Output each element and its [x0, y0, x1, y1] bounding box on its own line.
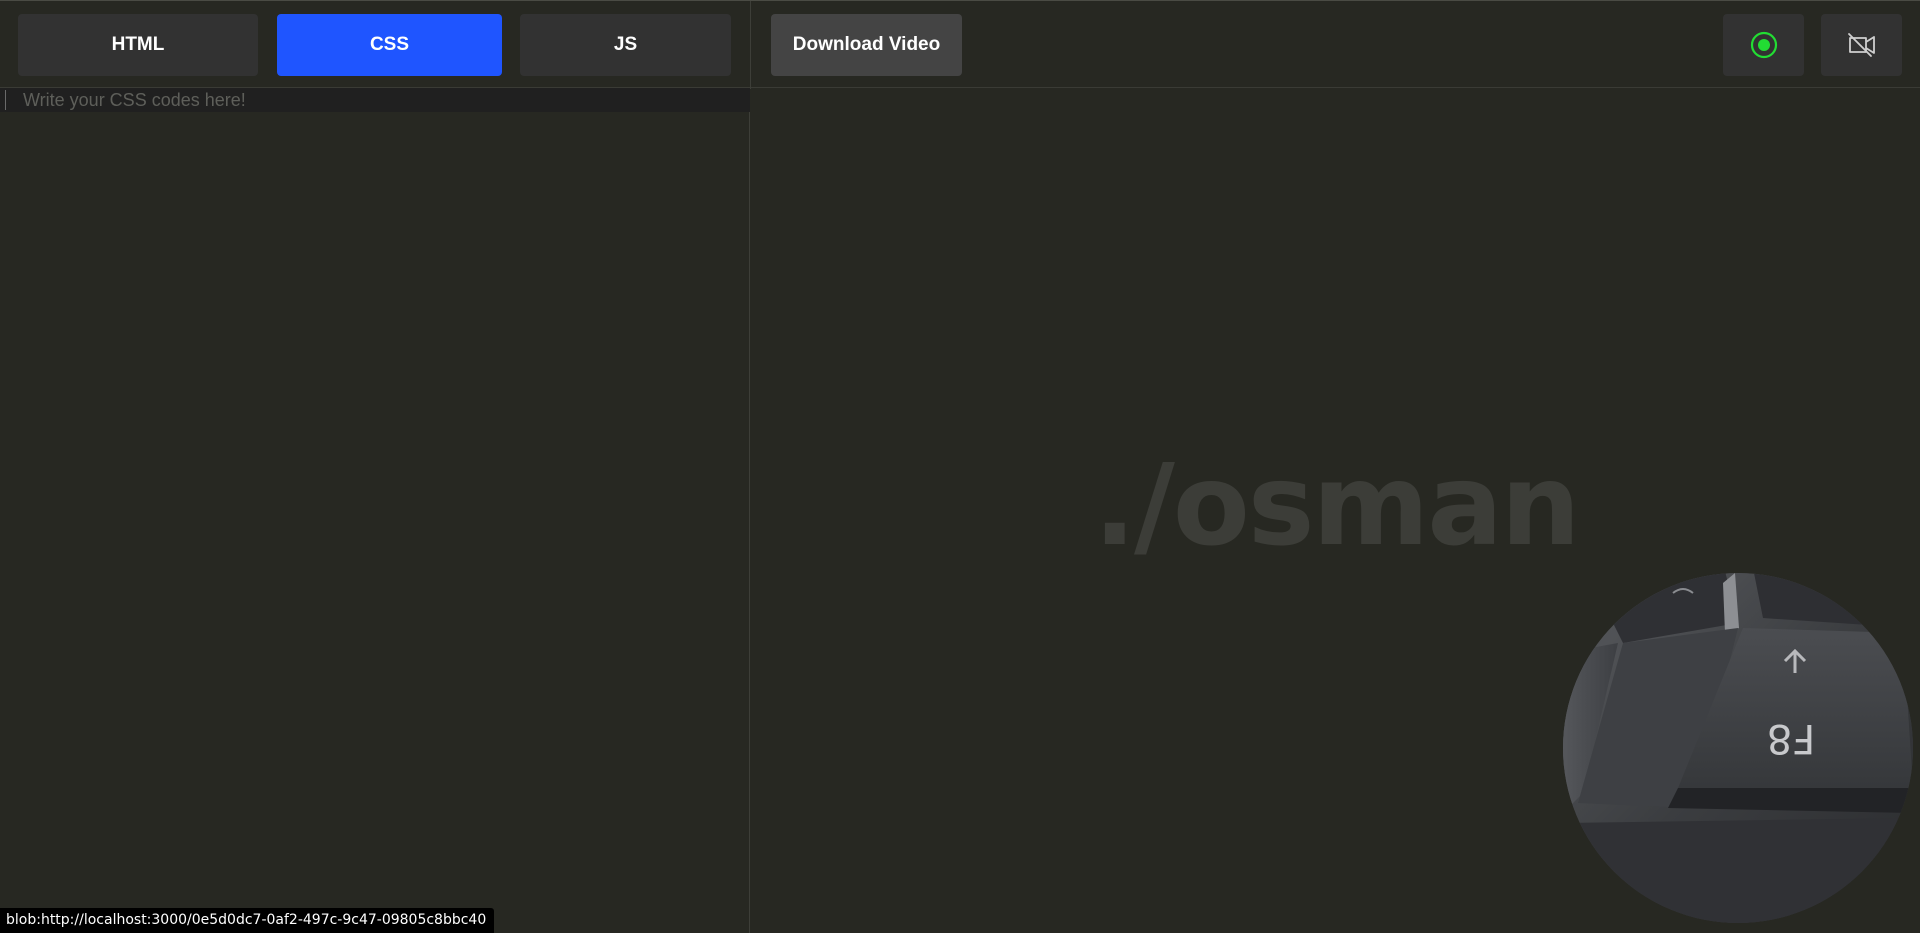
tab-css[interactable]: CSS: [277, 14, 502, 76]
key-f8-label: F8: [1767, 715, 1815, 761]
download-video-button[interactable]: Download Video: [771, 14, 962, 76]
editor-placeholder: Write your CSS codes here!: [23, 90, 246, 110]
editor-active-line[interactable]: Write your CSS codes here!: [0, 88, 750, 112]
record-button[interactable]: [1723, 14, 1804, 76]
webcam-preview[interactable]: F8: [1563, 573, 1913, 923]
camera-off-icon: [1847, 33, 1875, 57]
webcam-video-frame: F8: [1563, 573, 1913, 923]
code-editor[interactable]: Write your CSS codes here!: [0, 88, 750, 933]
camera-toggle-button[interactable]: [1821, 14, 1902, 76]
text-cursor: [5, 90, 6, 110]
record-icon: [1750, 31, 1777, 59]
toolbar-divider: [750, 1, 751, 89]
tab-html[interactable]: HTML: [18, 14, 258, 76]
tab-js[interactable]: JS: [520, 14, 731, 76]
status-bar-url: blob:http://localhost:3000/0e5d0dc7-0af2…: [0, 908, 495, 933]
top-toolbar: HTML CSS JS Download Video: [0, 0, 1920, 89]
watermark-logo: ./osman: [1093, 441, 1580, 571]
